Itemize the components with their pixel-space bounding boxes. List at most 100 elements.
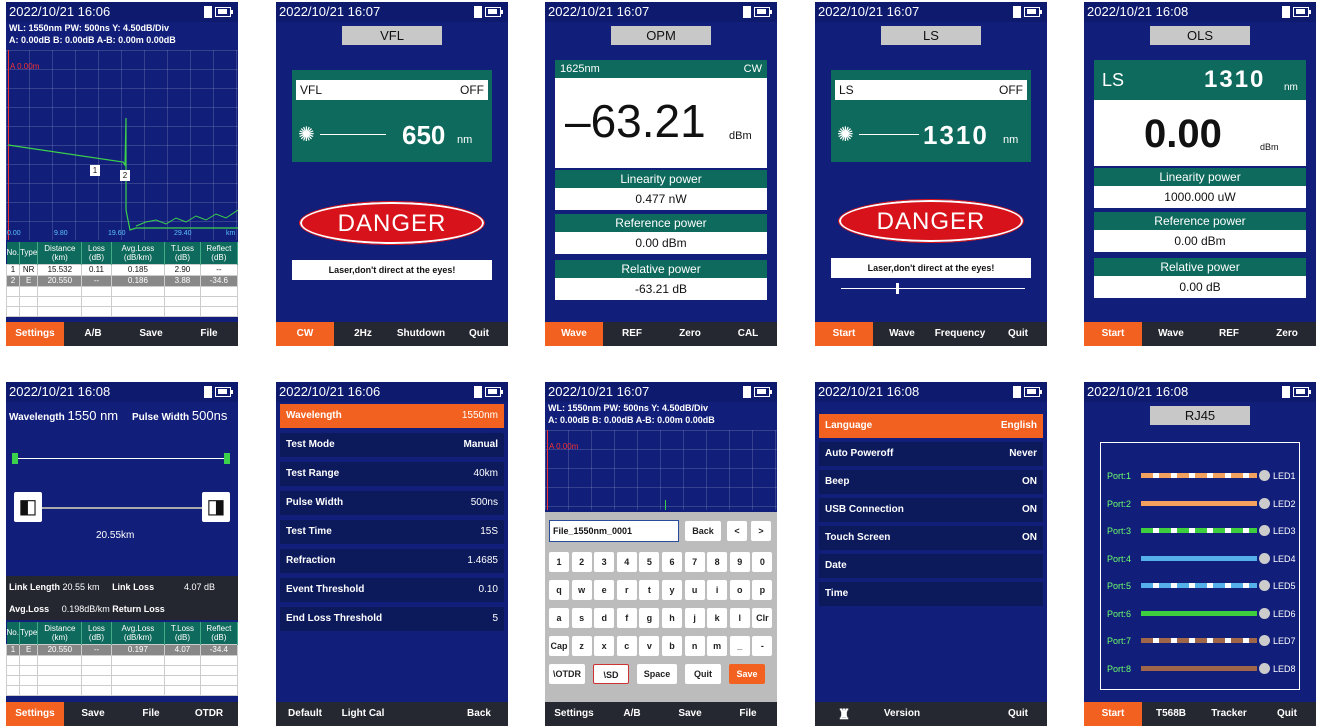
- ls-state-bar[interactable]: LS OFF: [835, 80, 1027, 100]
- setting-date[interactable]: Date: [819, 554, 1043, 578]
- key-y[interactable]: y: [662, 580, 682, 600]
- frequency-button[interactable]: Frequency: [931, 322, 989, 346]
- event-marker-1[interactable]: 1: [90, 165, 100, 176]
- setting-test-time[interactable]: Test Time 15S: [280, 520, 504, 544]
- setting-pulse-width[interactable]: Pulse Width 500ns: [280, 491, 504, 515]
- zero-button[interactable]: Zero: [661, 322, 719, 346]
- key-b[interactable]: b: [662, 636, 682, 656]
- event-marker-2[interactable]: 2: [120, 170, 130, 181]
- tracker-button[interactable]: Tracker: [1200, 702, 1258, 726]
- key-u[interactable]: u: [684, 580, 705, 600]
- key-z[interactable]: z: [571, 636, 592, 656]
- key-k[interactable]: k: [707, 608, 728, 628]
- cursor-right-key[interactable]: >: [751, 521, 771, 541]
- quit-button[interactable]: Quit: [1258, 702, 1316, 726]
- key-v[interactable]: v: [639, 636, 660, 656]
- wave-button[interactable]: Wave: [545, 322, 603, 346]
- setting-event-threshold[interactable]: Event Threshold 0.10: [280, 578, 504, 602]
- wave-button[interactable]: Wave: [1142, 322, 1200, 346]
- flashlight-icon[interactable]: ♜: [815, 702, 873, 726]
- otdr-folder-key[interactable]: \OTDR: [549, 664, 585, 684]
- setting-refraction[interactable]: Refraction 1.4685: [280, 549, 504, 573]
- ab-button[interactable]: A/B: [64, 322, 122, 346]
- setting-touch-screen[interactable]: Touch Screen ON: [819, 526, 1043, 550]
- level-slider-track[interactable]: [841, 283, 1025, 294]
- wave-button[interactable]: Wave: [873, 322, 931, 346]
- key-n[interactable]: n: [684, 636, 705, 656]
- setting-wavelength[interactable]: Wavelength 1550nm: [280, 404, 504, 428]
- key-1[interactable]: 1: [549, 552, 569, 572]
- key-d[interactable]: d: [594, 608, 615, 628]
- setting-auto-poweroff[interactable]: Auto Poweroff Never: [819, 442, 1043, 466]
- key-g[interactable]: g: [639, 608, 660, 628]
- key-x[interactable]: x: [594, 636, 615, 656]
- key-2[interactable]: 2: [571, 552, 592, 572]
- start-button[interactable]: Start: [1084, 702, 1142, 726]
- backspace-key[interactable]: Back: [685, 521, 721, 541]
- ols-header[interactable]: LS 1310 nm: [1094, 60, 1306, 100]
- key-3[interactable]: 3: [594, 552, 615, 572]
- key-5[interactable]: 5: [639, 552, 660, 572]
- key-p[interactable]: p: [752, 580, 773, 600]
- opm-wavelength[interactable]: 1625nm: [560, 63, 600, 75]
- save-button[interactable]: Save: [64, 702, 122, 726]
- filename-input[interactable]: File_1550nm_0001: [549, 520, 679, 542]
- t568b-button[interactable]: T568B: [1142, 702, 1200, 726]
- key-s[interactable]: s: [571, 608, 592, 628]
- file-button[interactable]: File: [719, 702, 777, 726]
- key-cap[interactable]: Cap: [549, 636, 569, 656]
- setting-usb-connection[interactable]: USB Connection ON: [819, 498, 1043, 522]
- setting-end-loss-threshold[interactable]: End Loss Threshold 5: [280, 607, 504, 631]
- settings-button[interactable]: Settings: [545, 702, 603, 726]
- cal-button[interactable]: CAL: [719, 322, 777, 346]
- key-4[interactable]: 4: [616, 552, 637, 572]
- start-button[interactable]: Start: [1084, 322, 1142, 346]
- file-button[interactable]: File: [122, 702, 180, 726]
- sd-folder-key[interactable]: \SD: [593, 664, 629, 684]
- trace-graph[interactable]: A 0.00m 1 2: [6, 50, 238, 240]
- quit-button[interactable]: Quit: [989, 702, 1047, 726]
- key-w[interactable]: w: [571, 580, 592, 600]
- space-key[interactable]: Space: [637, 664, 677, 684]
- table-row[interactable]: 2 E 20.550 -- 0.186 3.88 -34.6: [6, 274, 238, 287]
- key-a[interactable]: a: [549, 608, 569, 628]
- version-button[interactable]: Version: [873, 702, 931, 726]
- setting-time[interactable]: Time: [819, 582, 1043, 606]
- setting-test-mode[interactable]: Test Mode Manual: [280, 433, 504, 457]
- 2hz-button[interactable]: 2Hz: [334, 322, 392, 346]
- level-slider-knob[interactable]: [896, 283, 900, 294]
- key-7[interactable]: 7: [684, 552, 705, 572]
- key-e[interactable]: e: [594, 580, 615, 600]
- ls-panel[interactable]: LS OFF ✺ 1310 nm: [831, 70, 1031, 162]
- key-i[interactable]: i: [707, 580, 728, 600]
- key-j[interactable]: j: [684, 608, 705, 628]
- cw-button[interactable]: CW: [276, 322, 334, 346]
- key-l[interactable]: l: [729, 608, 750, 628]
- key-6[interactable]: 6: [662, 552, 682, 572]
- default-button[interactable]: Default: [276, 702, 334, 726]
- table-row[interactable]: 1 NR 15.532 0.11 0.185 2.90 --: [6, 263, 238, 276]
- ref-button[interactable]: REF: [603, 322, 661, 346]
- cursor-left-key[interactable]: <: [727, 521, 747, 541]
- key-clr[interactable]: Clr: [752, 608, 773, 628]
- key--[interactable]: -: [752, 636, 773, 656]
- setting-language[interactable]: Language English: [819, 414, 1043, 438]
- light-cal-button[interactable]: Light Cal: [334, 702, 392, 726]
- save-button[interactable]: Save: [122, 322, 180, 346]
- shutdown-button[interactable]: Shutdown: [392, 322, 450, 346]
- save-key[interactable]: Save: [729, 664, 765, 684]
- key-t[interactable]: t: [639, 580, 660, 600]
- zero-button[interactable]: Zero: [1258, 322, 1316, 346]
- key-c[interactable]: c: [616, 636, 637, 656]
- range-start-marker[interactable]: [12, 453, 18, 464]
- table-row[interactable]: 1 E 20.550 -- 0.197 4.07 -34.4: [6, 643, 238, 656]
- quit-button[interactable]: Quit: [450, 322, 508, 346]
- key-0[interactable]: 0: [752, 552, 773, 572]
- back-button[interactable]: Back: [450, 702, 508, 726]
- ref-button[interactable]: REF: [1200, 322, 1258, 346]
- key-r[interactable]: r: [616, 580, 637, 600]
- quit-button[interactable]: Quit: [989, 322, 1047, 346]
- key-f[interactable]: f: [616, 608, 637, 628]
- range-end-marker[interactable]: [224, 453, 230, 464]
- key-9[interactable]: 9: [729, 552, 750, 572]
